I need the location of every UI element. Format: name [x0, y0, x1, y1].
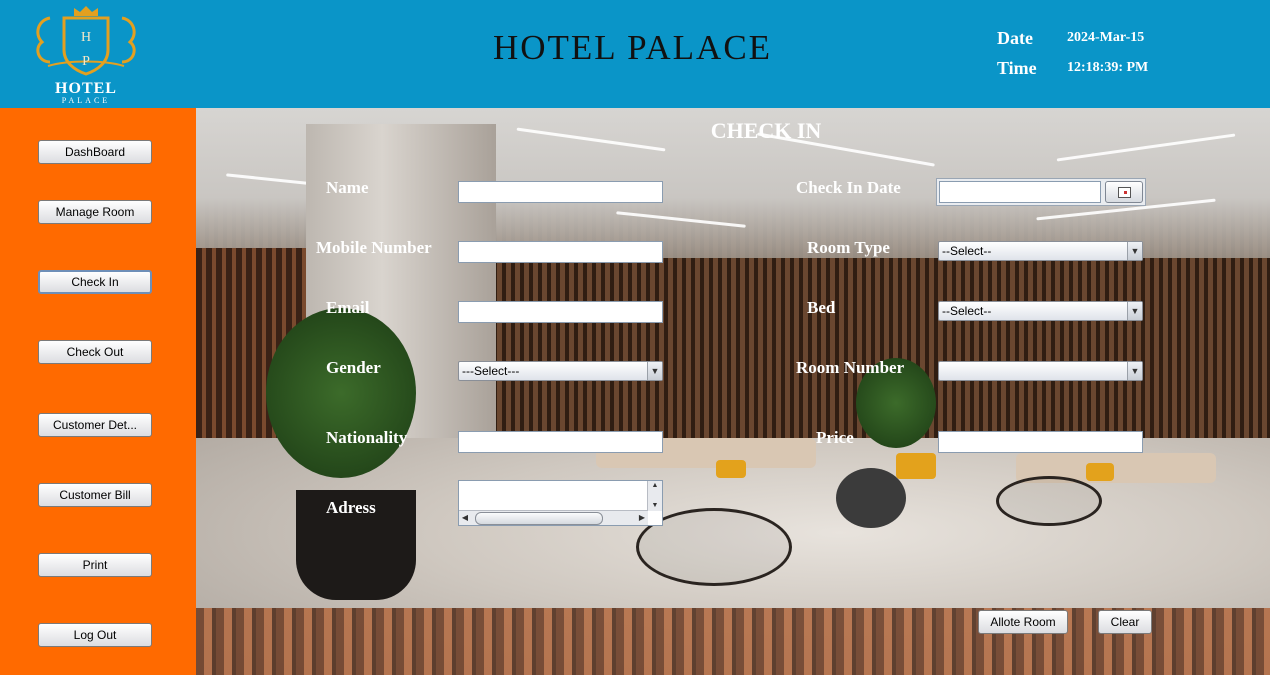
date-value: 2024-Mar-15: [1067, 30, 1145, 45]
calendar-icon: [1118, 187, 1131, 198]
time-value: 12:18:39: PM: [1067, 60, 1149, 75]
chevron-down-icon[interactable]: ▼: [1127, 242, 1142, 260]
room-type-select-value: --Select--: [942, 244, 992, 258]
app-title: HOTEL PALACE: [493, 28, 773, 67]
name-field[interactable]: [458, 181, 663, 203]
room-number-label: Room Number: [796, 358, 905, 377]
log-out-button[interactable]: Log Out: [38, 623, 152, 647]
allot-room-button[interactable]: Allote Room: [978, 610, 1068, 634]
gender-select[interactable]: ---Select--- ▼: [458, 361, 663, 381]
bed-label: Bed: [807, 298, 836, 317]
address-vertical-scrollbar[interactable]: ▲ ▼: [647, 481, 662, 511]
bed-select-value: --Select--: [942, 304, 992, 318]
name-label: Name: [326, 178, 369, 197]
mobile-number-field[interactable]: [458, 241, 663, 263]
form-title: CHECK IN: [710, 118, 822, 143]
time-label: Time: [997, 58, 1037, 78]
background-chair: [836, 468, 906, 528]
manage-room-button[interactable]: Manage Room: [38, 200, 152, 224]
address-textarea[interactable]: [459, 481, 648, 511]
customer-bill-button[interactable]: Customer Bill: [38, 483, 152, 507]
check-in-date-label: Check In Date: [796, 178, 901, 197]
customer-details-button[interactable]: Customer Det...: [38, 413, 152, 437]
app-header: H P HOTEL PALACE HOTEL PALACE Date 2024-…: [0, 0, 1270, 108]
chevron-down-icon[interactable]: ▼: [647, 362, 662, 380]
email-label: Email: [326, 298, 370, 317]
check-in-date-field[interactable]: [939, 181, 1101, 203]
address-area: ▲ ▼ ◀ ▶: [458, 480, 663, 526]
background-table: [996, 476, 1102, 526]
room-type-label: Room Type: [807, 238, 890, 257]
background-chair: [716, 460, 746, 478]
chevron-down-icon[interactable]: ▼: [1127, 302, 1142, 320]
calendar-button[interactable]: [1105, 181, 1143, 203]
print-button[interactable]: Print: [38, 553, 152, 577]
check-out-button[interactable]: Check Out: [38, 340, 152, 364]
scroll-down-icon[interactable]: ▼: [648, 501, 662, 511]
dashboard-button[interactable]: DashBoard: [38, 140, 152, 164]
sidebar: DashBoard Manage Room Check In Check Out…: [0, 108, 196, 675]
room-number-select[interactable]: ▼: [938, 361, 1143, 381]
bed-select[interactable]: --Select-- ▼: [938, 301, 1143, 321]
scroll-left-icon[interactable]: ◀: [459, 511, 471, 525]
scroll-right-icon[interactable]: ▶: [636, 511, 648, 525]
check-in-button[interactable]: Check In: [38, 270, 152, 294]
background-chair: [1086, 463, 1114, 481]
nationality-field[interactable]: [458, 431, 663, 453]
address-label: Adress: [326, 498, 376, 517]
scroll-thumb[interactable]: [475, 512, 603, 525]
date-label: Date: [997, 28, 1033, 48]
check-in-date-picker: [936, 178, 1146, 206]
background-plant: [266, 308, 416, 478]
room-type-select[interactable]: --Select-- ▼: [938, 241, 1143, 261]
mobile-number-label: Mobile Number: [316, 238, 432, 257]
hotel-logo: H P HOTEL PALACE: [28, 0, 144, 106]
logo-subtitle: PALACE: [61, 96, 111, 105]
chevron-down-icon[interactable]: ▼: [1127, 362, 1142, 380]
nationality-label: Nationality: [326, 428, 408, 447]
logo-initials: H P: [80, 30, 92, 69]
email-field[interactable]: [458, 301, 663, 323]
gender-select-value: ---Select---: [462, 364, 520, 378]
scroll-up-icon[interactable]: ▲: [648, 481, 662, 491]
background-chair: [896, 453, 936, 479]
address-horizontal-scrollbar[interactable]: ◀ ▶: [459, 510, 648, 525]
price-label: Price: [816, 428, 854, 447]
clear-button[interactable]: Clear: [1098, 610, 1152, 634]
check-in-panel: CHECK IN Name Mobile Number Email Gender…: [196, 108, 1270, 675]
gender-label: Gender: [326, 358, 381, 377]
price-field[interactable]: [938, 431, 1143, 453]
